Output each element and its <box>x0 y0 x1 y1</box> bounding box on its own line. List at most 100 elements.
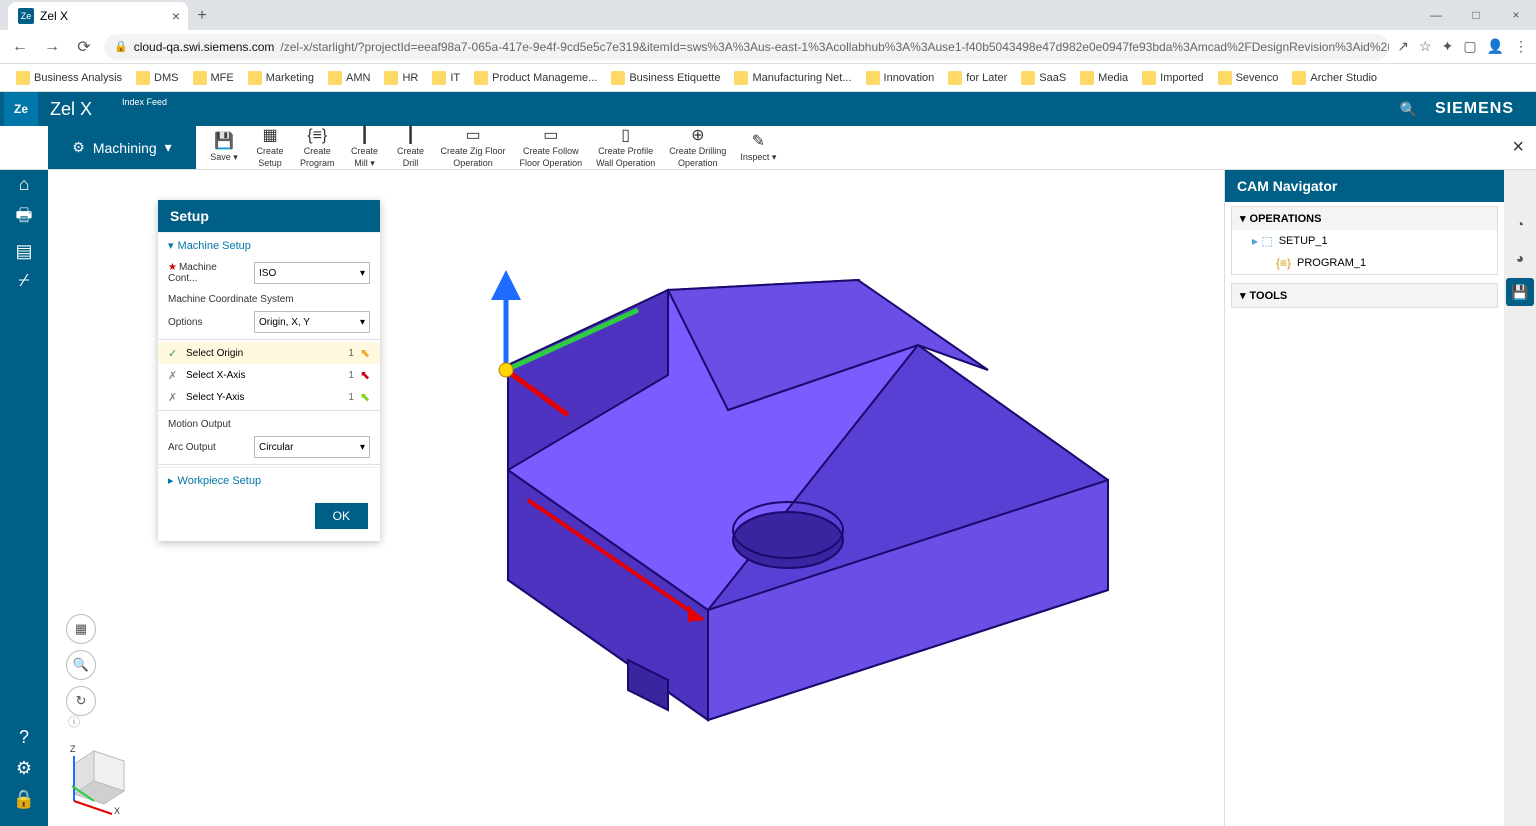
bookmark-item[interactable]: Manufacturing Net... <box>730 69 855 87</box>
bookmark-item[interactable]: Innovation <box>862 69 939 87</box>
reload-button[interactable]: ⟳ <box>72 35 96 59</box>
machining-mode-button[interactable]: ⚙ Machining ▾ <box>48 126 196 169</box>
bookmark-label: Product Manageme... <box>492 72 597 84</box>
new-tab-button[interactable]: + <box>188 2 216 30</box>
ribbon-create-drill-button[interactable]: ┃CreateDrill <box>389 125 433 171</box>
bookmark-item[interactable]: DMS <box>132 69 182 87</box>
bookmark-item[interactable]: AMN <box>324 69 374 87</box>
ribbon-inspect-button[interactable]: ✎Inspect ▾ <box>734 131 782 165</box>
print-icon[interactable]: 🖶 <box>16 203 33 233</box>
operations-header[interactable]: ▾ OPERATIONS <box>1232 207 1497 230</box>
ribbon-label: Save ▾ <box>210 153 238 163</box>
folder-icon <box>136 71 150 85</box>
bookmark-item[interactable]: Sevenco <box>1214 69 1283 87</box>
usb-icon[interactable]: ⌿ <box>19 270 30 291</box>
tree-item-program_1[interactable]: {≡}PROGRAM_1 <box>1232 252 1497 274</box>
ribbon-label: Create <box>256 147 283 157</box>
ok-button[interactable]: OK <box>315 503 368 529</box>
back-button[interactable]: ← <box>8 35 32 59</box>
tools-header[interactable]: ▾ TOOLS <box>1232 284 1497 307</box>
rotate-button[interactable]: ↻ <box>66 686 96 716</box>
right-rail-btn-1[interactable]: ◔ <box>1506 210 1534 238</box>
machine-setup-header[interactable]: ▾ Machine Setup <box>158 232 380 258</box>
ribbon-create-profile-wall-operation-button[interactable]: ▯Create ProfileWall Operation <box>590 125 661 171</box>
window-controls: — □ × <box>1416 0 1536 30</box>
machine-controller-select[interactable]: ISO▾ <box>254 262 370 284</box>
fit-view-button[interactable]: ▦ <box>66 614 96 644</box>
ribbon: ⚙ Machining ▾ 💾Save ▾▦CreateSetup{≡}Crea… <box>0 126 1536 170</box>
bookmark-item[interactable]: MFE <box>189 69 238 87</box>
axis-row-select-origin[interactable]: ✓Select Origin1⬉ <box>158 342 380 364</box>
bookmark-item[interactable]: Media <box>1076 69 1132 87</box>
ribbon-create-zig-floor-operation-button[interactable]: ▭Create Zig FloorOperation <box>435 125 512 171</box>
axis-row-select-y-axis[interactable]: ✗Select Y-Axis1⬉ <box>158 386 380 408</box>
folder-icon <box>1142 71 1156 85</box>
home-icon[interactable]: ⌂ <box>19 174 30 195</box>
bookmark-item[interactable]: Business Analysis <box>12 69 126 87</box>
folder-icon <box>193 71 207 85</box>
sidepanel-icon[interactable]: ▢ <box>1463 38 1476 55</box>
bookmark-item[interactable]: Marketing <box>244 69 318 87</box>
bookmark-item[interactable]: SaaS <box>1017 69 1070 87</box>
bookmark-label: Innovation <box>884 72 935 84</box>
ribbon-create-follow-floor-operation-button[interactable]: ▭Create FollowFloor Operation <box>514 125 589 171</box>
minimize-button[interactable]: — <box>1416 0 1456 30</box>
arc-output-select[interactable]: Circular▾ <box>254 436 370 458</box>
zoom-button[interactable]: 🔍 <box>66 650 96 680</box>
tab-close-icon[interactable]: × <box>172 8 180 24</box>
bookmark-label: DMS <box>154 72 178 84</box>
extensions-icon[interactable]: ✦ <box>1442 38 1454 55</box>
browser-tab[interactable]: Ze Zel X × <box>8 2 188 30</box>
menu-icon[interactable]: ⋮ <box>1514 38 1528 55</box>
bookmark-item[interactable]: Imported <box>1138 69 1207 87</box>
forward-button[interactable]: → <box>40 35 64 59</box>
settings-icon[interactable]: ⚙ <box>16 758 32 779</box>
tree-label: SETUP_1 <box>1279 235 1328 247</box>
help-icon[interactable]: ? <box>19 727 29 748</box>
bookmark-item[interactable]: Archer Studio <box>1288 69 1381 87</box>
info-icon[interactable]: ⓘ <box>68 713 80 730</box>
mcs-options-select[interactable]: Origin, X, Y▾ <box>254 311 370 333</box>
bookmark-item[interactable]: Product Manageme... <box>470 69 601 87</box>
url-input[interactable]: 🔒 cloud-qa.swi.siemens.com /zel-x/starli… <box>104 34 1389 60</box>
maximize-button[interactable]: □ <box>1456 0 1496 30</box>
floating-tools: ▦ 🔍 ↻ <box>66 614 96 716</box>
model-3d[interactable] <box>388 190 1168 750</box>
viewport[interactable]: Setup ▾ Machine Setup ★Machine Cont... I… <box>48 170 1224 826</box>
bookmark-label: Media <box>1098 72 1128 84</box>
ribbon-icon: ┃ <box>360 127 370 145</box>
tree-icon: ▸ ⬚ <box>1252 234 1273 248</box>
mcs-header: Machine Coordinate System <box>158 288 380 307</box>
lock-icon[interactable]: 🔒 <box>13 789 35 810</box>
folder-icon <box>611 71 625 85</box>
ribbon-create-program-button[interactable]: {≡}CreateProgram <box>294 125 341 171</box>
search-icon[interactable]: 🔍 <box>1400 101 1417 118</box>
profile-icon[interactable]: 👤 <box>1487 38 1504 55</box>
view-cube[interactable]: Z X <box>64 736 144 816</box>
right-rail-btn-3[interactable]: 💾 <box>1506 278 1534 306</box>
workpiece-setup-header[interactable]: ▸ Workpiece Setup <box>158 467 380 493</box>
right-rail-btn-2[interactable]: ◕ <box>1506 244 1534 272</box>
star-icon[interactable]: ☆ <box>1419 38 1432 55</box>
ribbon-create-setup-button[interactable]: ▦CreateSetup <box>248 125 292 171</box>
address-bar: ← → ⟳ 🔒 cloud-qa.swi.siemens.com /zel-x/… <box>0 30 1536 64</box>
sheet-icon[interactable]: ▤ <box>15 241 32 262</box>
app-logo[interactable]: Ze <box>4 92 38 126</box>
ribbon-save-button[interactable]: 💾Save ▾ <box>202 131 246 165</box>
axis-color-icon: ⬉ <box>360 368 370 382</box>
bookmark-item[interactable]: IT <box>428 69 464 87</box>
bookmark-item[interactable]: for Later <box>944 69 1011 87</box>
share-icon[interactable]: ↗ <box>1397 38 1409 55</box>
ribbon-create-mill-button[interactable]: ┃CreateMill ▾ <box>343 125 387 171</box>
ribbon-create-drilling-operation-button[interactable]: ⊕Create DrillingOperation <box>663 125 732 171</box>
axis-row-select-x-axis[interactable]: ✗Select X-Axis1⬉ <box>158 364 380 386</box>
folder-icon <box>1292 71 1306 85</box>
bookmark-label: for Later <box>966 72 1007 84</box>
close-window-button[interactable]: × <box>1496 0 1536 30</box>
bookmark-label: Archer Studio <box>1310 72 1377 84</box>
ribbon-close-button[interactable]: × <box>1512 136 1524 159</box>
axis-count: 1 <box>348 392 354 403</box>
tree-item-setup_1[interactable]: ▸ ⬚ SETUP_1 <box>1232 230 1497 252</box>
bookmark-item[interactable]: Business Etiquette <box>607 69 724 87</box>
bookmark-item[interactable]: HR <box>380 69 422 87</box>
